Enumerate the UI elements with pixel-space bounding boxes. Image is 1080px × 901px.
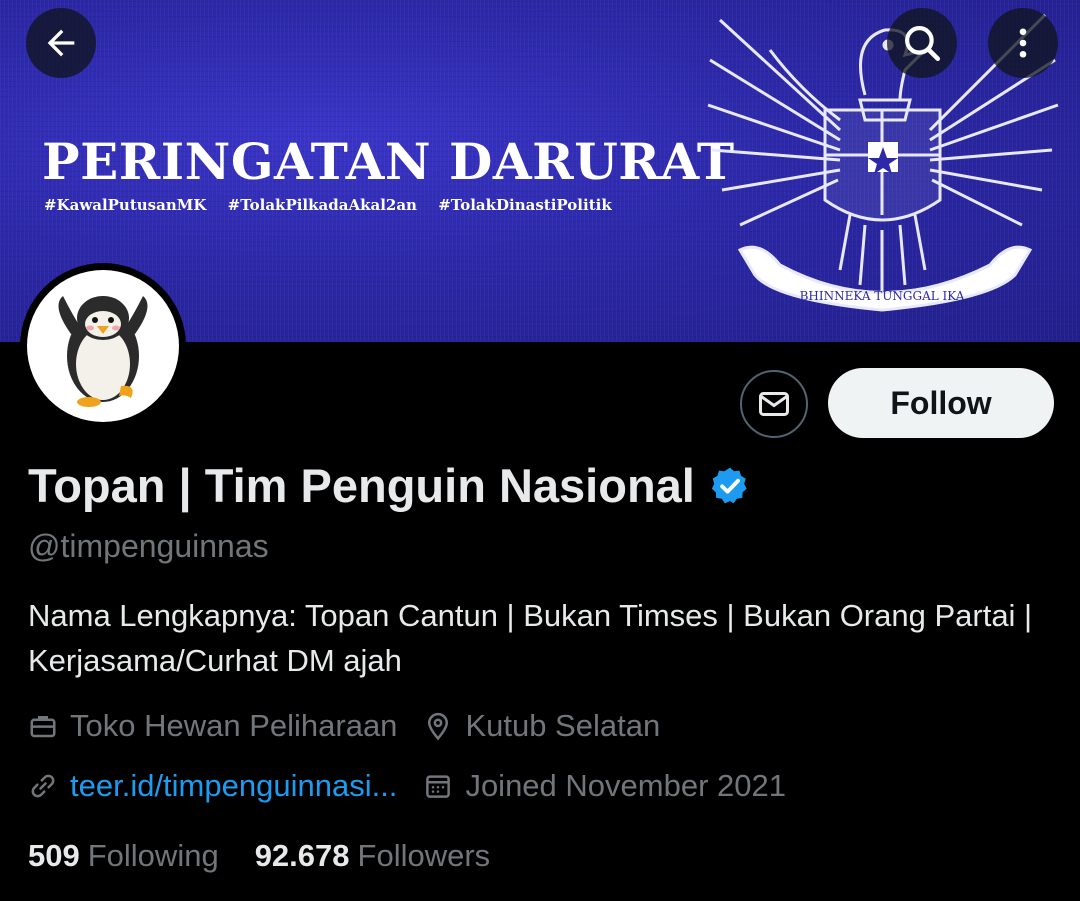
avatar[interactable]	[20, 263, 186, 429]
back-button[interactable]	[26, 8, 96, 78]
profile-name: Topan | Tim Penguin Nasional	[28, 459, 695, 512]
profile-name-row: Topan | Tim Penguin Nasional	[28, 458, 751, 513]
profile-category: Toko Hewan Peliharaan	[28, 708, 397, 744]
banner-title: PERINGATAN DARURAT	[42, 132, 735, 191]
more-options-button[interactable]	[988, 8, 1058, 78]
message-button[interactable]	[740, 370, 808, 438]
search-button[interactable]	[887, 8, 957, 78]
followers-count: 92.678	[254, 838, 350, 873]
profile-location: Kutub Selatan	[423, 708, 660, 744]
profile-bio: Nama Lengkapnya: Topan Cantun | Bukan Ti…	[28, 598, 1033, 678]
calendar-icon	[426, 775, 451, 798]
followers-label: Followers	[357, 838, 491, 873]
arrow-left-icon	[47, 29, 75, 57]
banner-hashtag: #TolakDinastiPolitik	[438, 196, 612, 214]
profile-meta-row: Toko Hewan Peliharaan Kutub Selatan	[28, 708, 686, 744]
search-icon	[905, 26, 941, 62]
following-count: 509	[28, 838, 80, 873]
profile-location-label: Kutub Selatan	[465, 708, 661, 743]
profile-joined: Joined November 2021	[423, 768, 786, 804]
briefcase-icon	[30, 716, 56, 738]
link-icon	[31, 774, 55, 798]
location-pin-icon	[428, 712, 449, 741]
following-stat[interactable]: 509 Following	[28, 838, 219, 874]
followers-stat[interactable]: 92.678 Followers	[255, 838, 490, 874]
profile-website-link[interactable]: teer.id/timpenguinnasi...	[70, 768, 397, 804]
profile-meta-row: teer.id/timpenguinnasi... Joined Novembe…	[28, 768, 812, 804]
profile-category-label: Toko Hewan Peliharaan	[70, 708, 398, 743]
penguin-avatar-icon	[58, 296, 148, 407]
banner-hashtags: #KawalPutusanMK #TolakPilkadaAkal2an #To…	[44, 196, 626, 214]
envelope-icon	[759, 392, 789, 416]
banner-hashtag: #TolakPilkadaAkal2an	[227, 196, 417, 214]
following-label: Following	[87, 838, 219, 873]
follow-button[interactable]: Follow	[828, 368, 1054, 438]
more-vertical-icon	[1019, 28, 1027, 58]
profile-handle: @timpenguinnas	[28, 528, 269, 564]
profile-website[interactable]: teer.id/timpenguinnasi...	[28, 768, 397, 804]
profile-stats: 509 Following 92.678 Followers	[28, 838, 526, 874]
profile-joined-label: Joined November 2021	[465, 768, 786, 803]
verified-badge-icon[interactable]	[709, 465, 751, 507]
banner-hashtag: #KawalPutusanMK	[44, 196, 207, 214]
emblem-motto: BHINNEKA TUNGGAL IKA	[800, 289, 965, 303]
